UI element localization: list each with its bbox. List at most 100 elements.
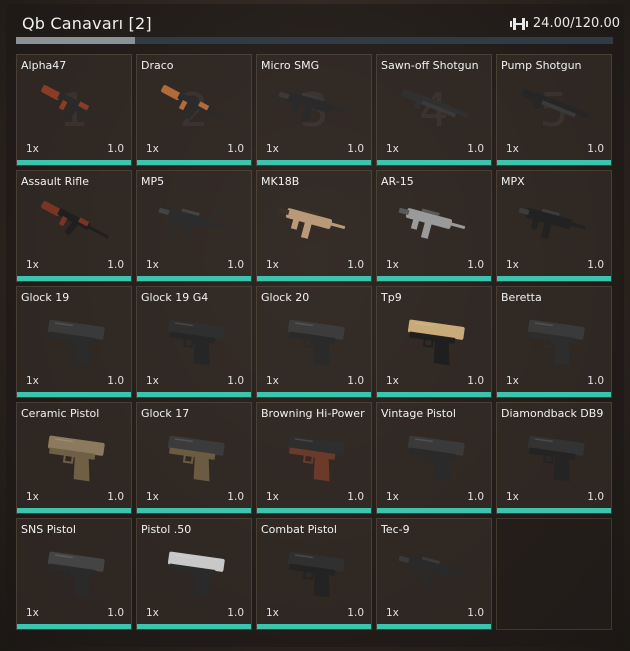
- durability-fill: [137, 276, 251, 281]
- durability-fill: [497, 508, 611, 513]
- item-weight: 1.0: [467, 143, 484, 155]
- inventory-slot[interactable]: Ceramic Pistol 1x 1.0: [16, 402, 132, 514]
- ceramic-pistol-icon: [31, 423, 117, 487]
- durability-fill: [137, 508, 251, 513]
- item-count: 1x: [386, 143, 399, 155]
- inventory-slot-empty[interactable]: [496, 518, 612, 630]
- item-count: 1x: [266, 259, 279, 271]
- diamondback-db9-icon: [511, 423, 597, 487]
- inventory-slot[interactable]: Glock 19 1x 1.0: [16, 286, 132, 398]
- item-weight: 1.0: [107, 143, 124, 155]
- durability-fill: [137, 624, 251, 629]
- inventory-slot[interactable]: Assault Rifle 1x 1.0: [16, 170, 132, 282]
- durability-bar: [137, 392, 251, 397]
- pistol-50-icon: [151, 539, 237, 603]
- item-name: Browning Hi-Power: [261, 407, 365, 420]
- glock-17-icon: [151, 423, 237, 487]
- item-count: 1x: [26, 259, 39, 271]
- durability-bar: [17, 392, 131, 397]
- durability-fill: [17, 508, 131, 513]
- ar15-icon: [391, 191, 477, 255]
- item-count: 1x: [506, 259, 519, 271]
- durability-bar: [257, 276, 371, 281]
- micro-smg-icon: [271, 75, 357, 139]
- inventory-slot[interactable]: MPX 1x 1.0: [496, 170, 612, 282]
- inventory-slot[interactable]: 4 Sawn-off Shotgun 1x 1.0: [376, 54, 492, 166]
- inventory-slot[interactable]: 5 Pump Shotgun 1x 1.0: [496, 54, 612, 166]
- glock-19-g4-icon: [151, 307, 237, 371]
- item-count: 1x: [266, 491, 279, 503]
- item-name: Glock 17: [141, 407, 190, 420]
- item-name: Micro SMG: [261, 59, 320, 72]
- item-weight: 1.0: [467, 259, 484, 271]
- item-name: Glock 19 G4: [141, 291, 209, 304]
- item-weight: 1.0: [587, 259, 604, 271]
- item-weight: 1.0: [227, 375, 244, 387]
- browning-hi-power-icon: [271, 423, 357, 487]
- combat-pistol-icon: [271, 539, 357, 603]
- durability-fill: [257, 392, 371, 397]
- inventory-slot[interactable]: 3 Micro SMG 1x 1.0: [256, 54, 372, 166]
- item-name: Tp9: [381, 291, 402, 304]
- inventory-slot[interactable]: Diamondback DB9 1x 1.0: [496, 402, 612, 514]
- durability-fill: [377, 276, 491, 281]
- inventory-slot[interactable]: Pistol .50 1x 1.0: [136, 518, 252, 630]
- durability-bar: [497, 508, 611, 513]
- inventory-slot[interactable]: MK18B 1x 1.0: [256, 170, 372, 282]
- inventory-slot[interactable]: AR-15 1x 1.0: [376, 170, 492, 282]
- item-weight: 1.0: [587, 375, 604, 387]
- item-weight: 1.0: [347, 375, 364, 387]
- inventory-slot[interactable]: SNS Pistol 1x 1.0: [16, 518, 132, 630]
- durability-bar: [257, 160, 371, 165]
- durability-fill: [17, 276, 131, 281]
- item-count: 1x: [266, 607, 279, 619]
- glock-20-icon: [271, 307, 357, 371]
- item-weight: 1.0: [347, 143, 364, 155]
- weight-progress-fill: [16, 37, 136, 44]
- durability-bar: [257, 392, 371, 397]
- inventory-slot[interactable]: 1 Alpha47 1x 1.0: [16, 54, 132, 166]
- item-weight: 1.0: [467, 375, 484, 387]
- item-count: 1x: [26, 375, 39, 387]
- inventory-slot[interactable]: Glock 20 1x 1.0: [256, 286, 372, 398]
- tp9-icon: [391, 307, 477, 371]
- durability-fill: [377, 508, 491, 513]
- inventory-slot[interactable]: Glock 19 G4 1x 1.0: [136, 286, 252, 398]
- item-count: 1x: [26, 491, 39, 503]
- pump-shotgun-icon: [511, 75, 597, 139]
- inventory-slot[interactable]: Vintage Pistol 1x 1.0: [376, 402, 492, 514]
- inventory-slot[interactable]: Beretta 1x 1.0: [496, 286, 612, 398]
- durability-bar: [257, 508, 371, 513]
- inventory-slot[interactable]: MP5 1x 1.0: [136, 170, 252, 282]
- ak-rifle-icon: [31, 75, 117, 139]
- inventory-slot[interactable]: 2 Draco 1x 1.0: [136, 54, 252, 166]
- item-name: AR-15: [381, 175, 414, 188]
- item-name: MPX: [501, 175, 525, 188]
- inventory-slot[interactable]: Browning Hi-Power 1x 1.0: [256, 402, 372, 514]
- sns-pistol-icon: [31, 539, 117, 603]
- item-name: Combat Pistol: [261, 523, 337, 536]
- durability-bar: [497, 160, 611, 165]
- inventory-slot[interactable]: Tec-9 1x 1.0: [376, 518, 492, 630]
- item-weight: 1.0: [227, 143, 244, 155]
- item-name: Vintage Pistol: [381, 407, 456, 420]
- item-weight: 1.0: [347, 607, 364, 619]
- inventory-slot[interactable]: Glock 17 1x 1.0: [136, 402, 252, 514]
- item-count: 1x: [26, 607, 39, 619]
- item-count: 1x: [386, 375, 399, 387]
- item-name: Draco: [141, 59, 174, 72]
- item-weight: 1.0: [227, 259, 244, 271]
- vintage-pistol-icon: [391, 423, 477, 487]
- inventory-title: Qb Canavarı [2]: [22, 14, 152, 33]
- durability-bar: [17, 508, 131, 513]
- inventory-slot[interactable]: Combat Pistol 1x 1.0: [256, 518, 372, 630]
- sawnoff-shotgun-icon: [391, 75, 477, 139]
- item-count: 1x: [146, 491, 159, 503]
- item-weight: 1.0: [227, 491, 244, 503]
- durability-fill: [377, 160, 491, 165]
- item-name: Sawn-off Shotgun: [381, 59, 479, 72]
- durability-fill: [377, 392, 491, 397]
- item-name: Alpha47: [21, 59, 67, 72]
- durability-fill: [257, 508, 371, 513]
- inventory-slot[interactable]: Tp9 1x 1.0: [376, 286, 492, 398]
